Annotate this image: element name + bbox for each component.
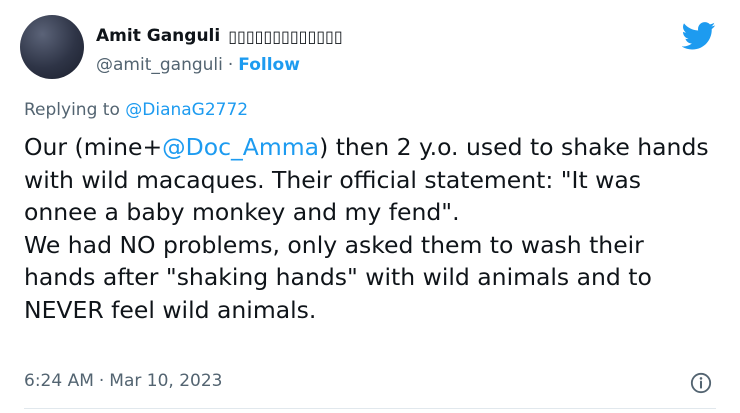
avatar[interactable] [20, 15, 84, 79]
tweet-timestamp[interactable]: 6:24 AM · Mar 10, 2023 [24, 371, 222, 391]
replying-to: Replying to @DianaG2772 [24, 100, 248, 120]
follow-button[interactable]: Follow [238, 55, 300, 75]
author-display-name[interactable]: Amit Ganguli [96, 26, 220, 46]
info-icon[interactable] [690, 372, 712, 394]
tweet-time: 6:24 AM [24, 371, 94, 391]
replying-prefix: Replying to [24, 100, 126, 120]
handle-separator: · [227, 55, 234, 75]
tweet-paragraph-1: Our (mine+@Doc_Amma) then 2 y.o. used to… [24, 131, 714, 229]
author-name-row: Amit Ganguli ▯▯▯▯▯▯▯▯▯▯▯▯▯ [96, 26, 343, 46]
tweet-text-part: Our (mine+ [24, 133, 163, 161]
tweet-paragraph-2: We had NO problems, only asked them to w… [24, 230, 652, 324]
mention-link[interactable]: @Doc_Amma [162, 133, 319, 161]
twitter-bird-icon[interactable] [682, 22, 716, 50]
timestamp-separator: · [98, 371, 105, 391]
replying-target-link[interactable]: @DianaG2772 [125, 100, 248, 120]
tweet-text: Our (mine+@Doc_Amma) then 2 y.o. used to… [24, 131, 714, 326]
author-name-suffix: ▯▯▯▯▯▯▯▯▯▯▯▯▯ [228, 26, 343, 46]
author-handle-row: @amit_ganguli · Follow [96, 55, 300, 75]
divider [24, 408, 716, 409]
author-handle[interactable]: @amit_ganguli [96, 55, 223, 75]
tweet-date: Mar 10, 2023 [109, 371, 223, 391]
tweet-card: Amit Ganguli ▯▯▯▯▯▯▯▯▯▯▯▯▯ @amit_ganguli… [0, 0, 740, 413]
